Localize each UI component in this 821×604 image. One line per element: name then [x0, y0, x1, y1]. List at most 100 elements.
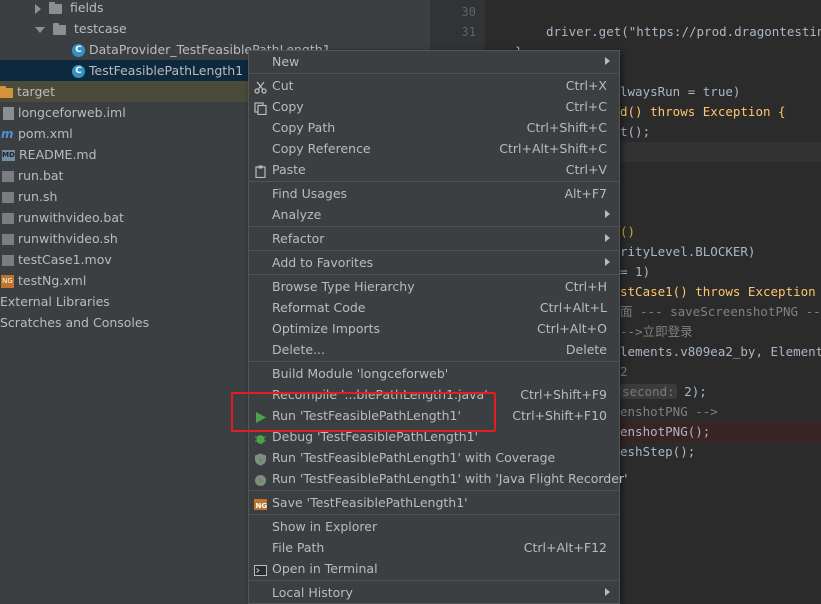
code-line: (): [620, 222, 635, 242]
menu-item-shortcut: Ctrl+Alt+L: [539, 300, 607, 315]
menu-item-label: Local History: [272, 585, 353, 600]
submenu-arrow-icon: [605, 588, 610, 596]
menu-item-paste[interactable]: Paste Ctrl+V: [249, 159, 619, 180]
script-icon: [2, 213, 14, 224]
menu-separator: [249, 250, 619, 251]
menu-item-label: Paste: [272, 162, 306, 177]
code-text: d() throws Exception {: [620, 104, 786, 119]
menu-item-label: Copy Reference: [272, 141, 371, 156]
menu-item-add-to-favorites[interactable]: Add to Favorites: [249, 252, 619, 273]
java-class-icon: C: [72, 44, 85, 57]
menu-item-find-usages[interactable]: Find Usages Alt+F7: [249, 183, 619, 204]
menu-item-label: Add to Favorites: [272, 255, 374, 270]
menu-item-label: Show in Explorer: [272, 519, 378, 534]
tree-item-scratches[interactable]: Scratches and Consoles: [0, 312, 149, 333]
menu-separator: [249, 73, 619, 74]
markdown-icon: MD: [2, 150, 15, 161]
code-line: d() throws Exception {: [620, 102, 786, 122]
code-line: stCase1() throws Exception {: [620, 282, 821, 302]
menu-item-label: Save 'TestFeasiblePathLength1': [272, 495, 468, 510]
menu-item-build-module[interactable]: Build Module 'longceforweb': [249, 363, 619, 384]
tree-item-label: runwithvideo.bat: [18, 210, 124, 225]
scissors-icon: [254, 79, 267, 94]
code-line: 面 --- saveScreenshotPNG --->: [620, 302, 821, 322]
testng-icon: NG: [254, 496, 267, 510]
code-text: (): [620, 224, 636, 239]
code-line: 2: [620, 362, 628, 382]
menu-item-analyze[interactable]: Analyze: [249, 204, 619, 225]
menu-separator: [249, 580, 619, 581]
tree-item-run-sh[interactable]: run.sh: [2, 186, 57, 207]
maven-icon: m: [1, 127, 14, 141]
tree-item-pom[interactable]: m pom.xml: [1, 123, 73, 144]
menu-item-save[interactable]: NG Save 'TestFeasiblePathLength1': [249, 492, 619, 513]
flight-recorder-icon: [254, 472, 267, 486]
menu-item-delete[interactable]: Delete... Delete: [249, 339, 619, 360]
menu-item-local-history[interactable]: Local History: [249, 582, 619, 603]
submenu-arrow-icon: [605, 258, 610, 266]
tree-item-label: runwithvideo.sh: [18, 231, 118, 246]
menu-item-label: Find Usages: [272, 186, 348, 201]
menu-item-optimize-imports[interactable]: Optimize Imports Ctrl+Alt+O: [249, 318, 619, 339]
menu-item-label: Run 'TestFeasiblePathLength1' with Cover…: [272, 450, 556, 465]
menu-separator: [249, 361, 619, 362]
code-line: lements.v809ea2_by, Elements.: [620, 342, 821, 362]
code-text: stCase1() throws Exception {: [620, 284, 821, 299]
menu-item-run-jfr[interactable]: Run 'TestFeasiblePathLength1' with 'Java…: [249, 468, 628, 489]
menu-item-label: Open in Terminal: [272, 561, 378, 576]
menu-item-copy-reference[interactable]: Copy Reference Ctrl+Alt+Shift+C: [249, 138, 619, 159]
menu-item-shortcut: Ctrl+C: [565, 99, 607, 114]
tree-item-runwithvideo-bat[interactable]: runwithvideo.bat: [2, 207, 124, 228]
tree-item-label: target: [17, 84, 56, 99]
tree-item-run-bat[interactable]: run.bat: [2, 165, 63, 186]
tree-item-testng[interactable]: NG testNg.xml: [1, 270, 86, 291]
chevron-right-icon[interactable]: [35, 3, 41, 14]
menu-item-label: Reformat Code: [272, 300, 366, 315]
menu-item-shortcut: Alt+F7: [564, 186, 607, 201]
tree-item-label: TestFeasiblePathLength1: [89, 63, 244, 78]
code-text: = 1): [620, 264, 651, 279]
menu-item-shortcut: Ctrl+H: [564, 279, 607, 294]
tree-item-label: External Libraries: [0, 294, 110, 309]
tree-item-runwithvideo-sh[interactable]: runwithvideo.sh: [2, 228, 118, 249]
code-line: rityLevel.BLOCKER): [620, 242, 755, 262]
menu-separator: [249, 181, 619, 182]
menu-item-cut[interactable]: Cut Ctrl+X: [249, 75, 619, 96]
chevron-down-icon[interactable]: [35, 26, 45, 33]
code-line: t();: [620, 122, 650, 142]
tree-item-target[interactable]: target: [0, 81, 248, 102]
tree-item-iml[interactable]: longceforweb.iml: [3, 102, 126, 123]
menu-item-label: Browse Type Hierarchy: [272, 279, 415, 294]
tree-item-testcase-mov[interactable]: testCase1.mov: [2, 249, 112, 270]
tree-item-testcase[interactable]: testcase: [35, 18, 127, 39]
menu-item-copy[interactable]: Copy Ctrl+C: [249, 96, 619, 117]
menu-item-label: Build Module 'longceforweb': [272, 366, 449, 381]
tree-item-label: testcase: [73, 21, 127, 36]
menu-item-open-in-terminal[interactable]: Open in Terminal: [249, 558, 619, 579]
code-line: lwaysRun = true): [620, 82, 740, 102]
submenu-arrow-icon: [605, 210, 610, 218]
menu-item-show-in-explorer[interactable]: Show in Explorer: [249, 516, 619, 537]
context-menu: New Cut Ctrl+X Copy Ctrl+C Copy Path Ctr…: [248, 50, 628, 604]
code-line: = 1): [620, 262, 650, 282]
menu-item-file-path[interactable]: File Path Ctrl+Alt+F12: [249, 537, 619, 558]
menu-item-browse-type-hierarchy[interactable]: Browse Type Hierarchy Ctrl+H: [249, 276, 619, 297]
menu-item-label: Copy: [272, 99, 304, 114]
tree-item-testfeasiblepathlength1[interactable]: C TestFeasiblePathLength1: [0, 60, 248, 81]
code-line: second: 2);: [620, 382, 707, 402]
tree-item-fields[interactable]: fields: [35, 0, 103, 18]
tree-item-readme[interactable]: MD README.md: [2, 144, 97, 165]
menu-separator: [249, 490, 619, 491]
menu-item-reformat-code[interactable]: Reformat Code Ctrl+Alt+L: [249, 297, 619, 318]
tree-item-external-libraries[interactable]: External Libraries: [0, 291, 110, 312]
code-text: 2);: [676, 384, 707, 399]
menu-item-label: Cut: [272, 78, 294, 93]
menu-item-new[interactable]: New: [249, 51, 619, 72]
menu-item-refactor[interactable]: Refactor: [249, 228, 619, 249]
video-file-icon: [2, 255, 14, 266]
menu-item-run-coverage[interactable]: Run 'TestFeasiblePathLength1' with Cover…: [249, 447, 619, 468]
menu-item-copy-path[interactable]: Copy Path Ctrl+Shift+C: [249, 117, 619, 138]
copy-icon: [254, 100, 267, 116]
tree-item-label: run.sh: [18, 189, 58, 204]
parameter-hint: second:: [620, 384, 677, 399]
